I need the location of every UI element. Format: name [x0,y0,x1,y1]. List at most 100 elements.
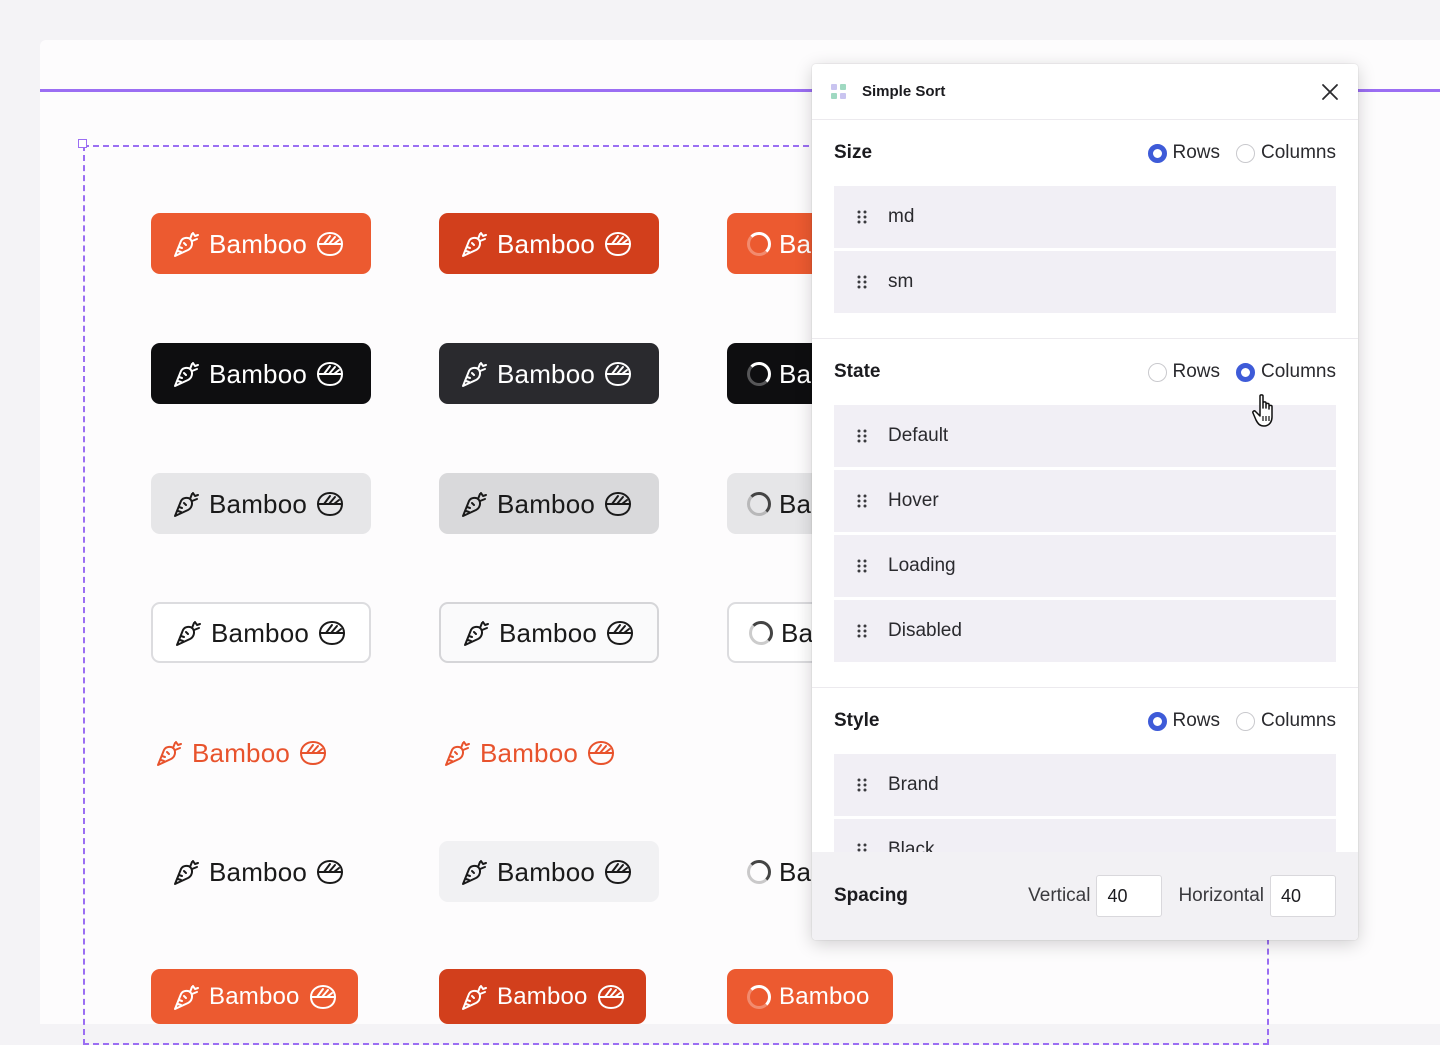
drag-handle-icon[interactable] [856,777,868,793]
carrot-icon [461,618,491,648]
drag-handle-icon[interactable] [856,623,868,639]
list-item-label: Brand [888,774,939,795]
close-icon[interactable] [1320,82,1340,102]
carrot-icon [171,982,201,1012]
button-label: Bamboo [497,856,596,887]
horizontal-spacing-input[interactable] [1270,875,1336,917]
button-brand-hover[interactable]: Bamboo [439,213,659,274]
radio-indicator[interactable] [1236,143,1256,163]
radio-rows[interactable]: Rows [1147,142,1221,164]
vertical-label: Vertical [1028,885,1091,906]
list-item[interactable]: Loading [834,535,1336,597]
button-black-hover[interactable]: Bamboo [439,343,659,404]
panel-title: Simple Sort [862,83,946,100]
list-item[interactable]: Black [834,819,1336,852]
list-item-label: Disabled [888,620,962,641]
radio-indicator[interactable] [1147,362,1167,382]
button-label: Bamboo [209,488,308,519]
button-secondary-hover[interactable]: Bamboo [439,473,659,534]
radio-indicator[interactable] [1236,711,1256,731]
list-item-label: Loading [888,555,956,576]
radio-columns[interactable]: Columns [1236,361,1336,383]
radio-label: Rows [1172,361,1221,382]
sortable-list: Default Hover Loading Disabled [834,405,1336,687]
button-label: Bamboo [209,358,308,389]
grid-logo-icon [831,83,846,99]
section-header: Size Rows Columns [834,120,1336,186]
button-label: Bamboo [211,617,310,648]
selection-handle[interactable] [78,139,87,148]
radio-indicator[interactable] [1147,143,1167,163]
radio-label: Rows [1172,142,1221,163]
rice-bowl-icon [308,982,338,1012]
button-brand-default[interactable]: Bamboo [151,213,371,274]
button-brand-sm-hover[interactable]: Bamboo [439,969,646,1024]
button-label: Bamboo [209,228,308,259]
list-item[interactable]: sm [834,251,1336,313]
spacing-title: Spacing [834,885,908,906]
section-title: Size [834,142,873,163]
rice-bowl-icon [603,229,633,259]
drag-handle-icon[interactable] [856,493,868,509]
button-secondary-default[interactable]: Bamboo [151,473,371,534]
section-size: Size Rows Columns md sm [812,120,1358,339]
rice-bowl-icon [298,738,328,768]
button-link-hover[interactable]: Bamboo [439,722,659,783]
rice-bowl-icon [603,489,633,519]
orientation-radio-group: Rows Columns [1147,361,1336,383]
drag-handle-icon[interactable] [856,558,868,574]
carrot-icon [459,489,489,519]
radio-rows[interactable]: Rows [1147,710,1220,732]
list-item-label: Black [888,839,935,852]
list-item-label: Hover [888,490,939,511]
list-item[interactable]: Brand [834,754,1336,816]
button-outline-default[interactable]: Bamboo [151,602,371,663]
radio-columns[interactable]: Columns [1236,710,1336,732]
list-item-label: sm [888,271,914,292]
button-label: Bamboo [497,358,596,389]
panel-body[interactable]: Size Rows Columns md sm State Rows Columns Defau… [812,120,1358,852]
radio-indicator[interactable] [1236,362,1256,382]
vertical-spacing-input[interactable] [1096,875,1163,917]
drag-handle-icon[interactable] [856,274,868,290]
list-item-label: Default [888,425,949,446]
spinner-icon [747,491,771,516]
radio-indicator[interactable] [1147,711,1167,731]
button-ghost-hover[interactable]: Bamboo [439,841,659,902]
button-label: Bamboo [779,982,870,1010]
button-ghost-default[interactable]: Bamboo [151,841,371,902]
button-label: Bamboo [497,982,588,1010]
button-brand-sm-loading[interactable]: Bamboo [727,969,893,1024]
spinner-icon [747,984,771,1009]
section-header: Style Rows Columns [834,688,1336,754]
list-item[interactable]: md [834,186,1336,248]
rice-bowl-icon [605,618,635,648]
radio-label: Columns [1261,361,1336,382]
rice-bowl-icon [596,982,626,1012]
button-brand-sm-default[interactable]: Bamboo [151,969,358,1024]
carrot-icon [459,359,489,389]
button-label: Bamboo [209,982,300,1010]
carrot-icon [173,618,203,648]
orientation-radio-group: Rows Columns [1147,710,1336,732]
list-item[interactable]: Disabled [834,600,1336,662]
carrot-icon [171,489,201,519]
rice-bowl-icon [315,489,345,519]
drag-handle-icon[interactable] [856,842,868,852]
rice-bowl-icon [603,857,633,887]
button-label: Bamboo [192,737,291,768]
list-item[interactable]: Hover [834,470,1336,532]
rice-bowl-icon [586,738,616,768]
radio-rows[interactable]: Rows [1147,361,1221,383]
button-link-default[interactable]: Bamboo [151,722,371,783]
button-label: Bamboo [497,488,596,519]
drag-handle-icon[interactable] [856,209,868,225]
button-black-default[interactable]: Bamboo [151,343,371,404]
spacing-footer: Spacing Vertical Horizontal [812,852,1358,940]
button-label: Bamboo [480,737,579,768]
button-outline-hover[interactable]: Bamboo [439,602,659,663]
drag-handle-icon[interactable] [856,428,868,444]
sortable-list: md sm [834,186,1336,338]
list-item-label: md [888,206,915,227]
radio-columns[interactable]: Columns [1236,142,1336,164]
